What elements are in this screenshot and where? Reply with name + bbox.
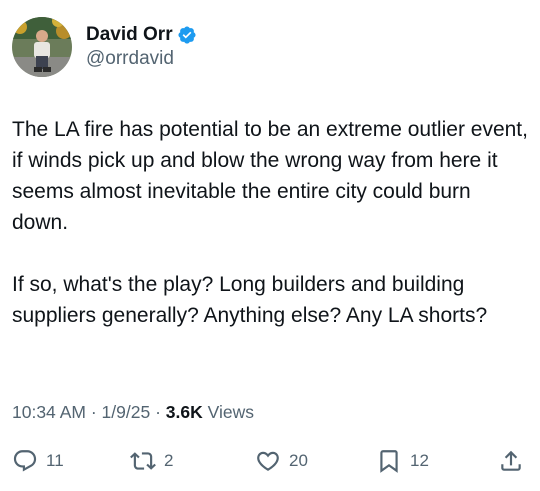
meta-separator: ·: [90, 402, 97, 422]
reply-count: 11: [46, 451, 64, 470]
reply-icon: [12, 448, 38, 474]
tweet-time[interactable]: 10:34 AM: [12, 402, 86, 422]
heart-icon: [255, 448, 281, 474]
share-button[interactable]: [498, 444, 524, 478]
author-name[interactable]: David Orr: [86, 23, 173, 47]
tweet-paragraph: The LA fire has potential to be an extre…: [12, 118, 528, 234]
tweet-text: The LA fire has potential to be an extre…: [12, 114, 528, 331]
like-count: 20: [289, 451, 308, 470]
repost-icon: [130, 448, 156, 474]
bookmark-icon: [376, 448, 402, 474]
like-button[interactable]: 20: [255, 444, 308, 478]
views-count: 3.6K: [165, 402, 203, 422]
tweet-date[interactable]: 1/9/25: [102, 402, 151, 422]
share-icon: [498, 448, 524, 474]
tweet-paragraph: If so, what's the play? Long builders an…: [12, 273, 488, 327]
bookmark-button[interactable]: 12: [376, 444, 429, 478]
author-handle[interactable]: @orrdavid: [86, 47, 197, 71]
tweet-meta: 10:34 AM · 1/9/25 · 3.6K Views: [12, 400, 254, 424]
bookmark-count: 12: [410, 451, 429, 470]
tweet-header: David Orr @orrdavid: [12, 17, 197, 77]
repost-count: 2: [164, 451, 174, 470]
verified-badge-icon: [177, 25, 197, 45]
avatar[interactable]: [12, 17, 72, 77]
action-bar: 11 2 20 12: [0, 444, 540, 478]
views-label: Views: [207, 402, 254, 422]
meta-separator: ·: [155, 402, 161, 422]
repost-button[interactable]: 2: [130, 444, 173, 478]
reply-button[interactable]: 11: [12, 444, 64, 478]
